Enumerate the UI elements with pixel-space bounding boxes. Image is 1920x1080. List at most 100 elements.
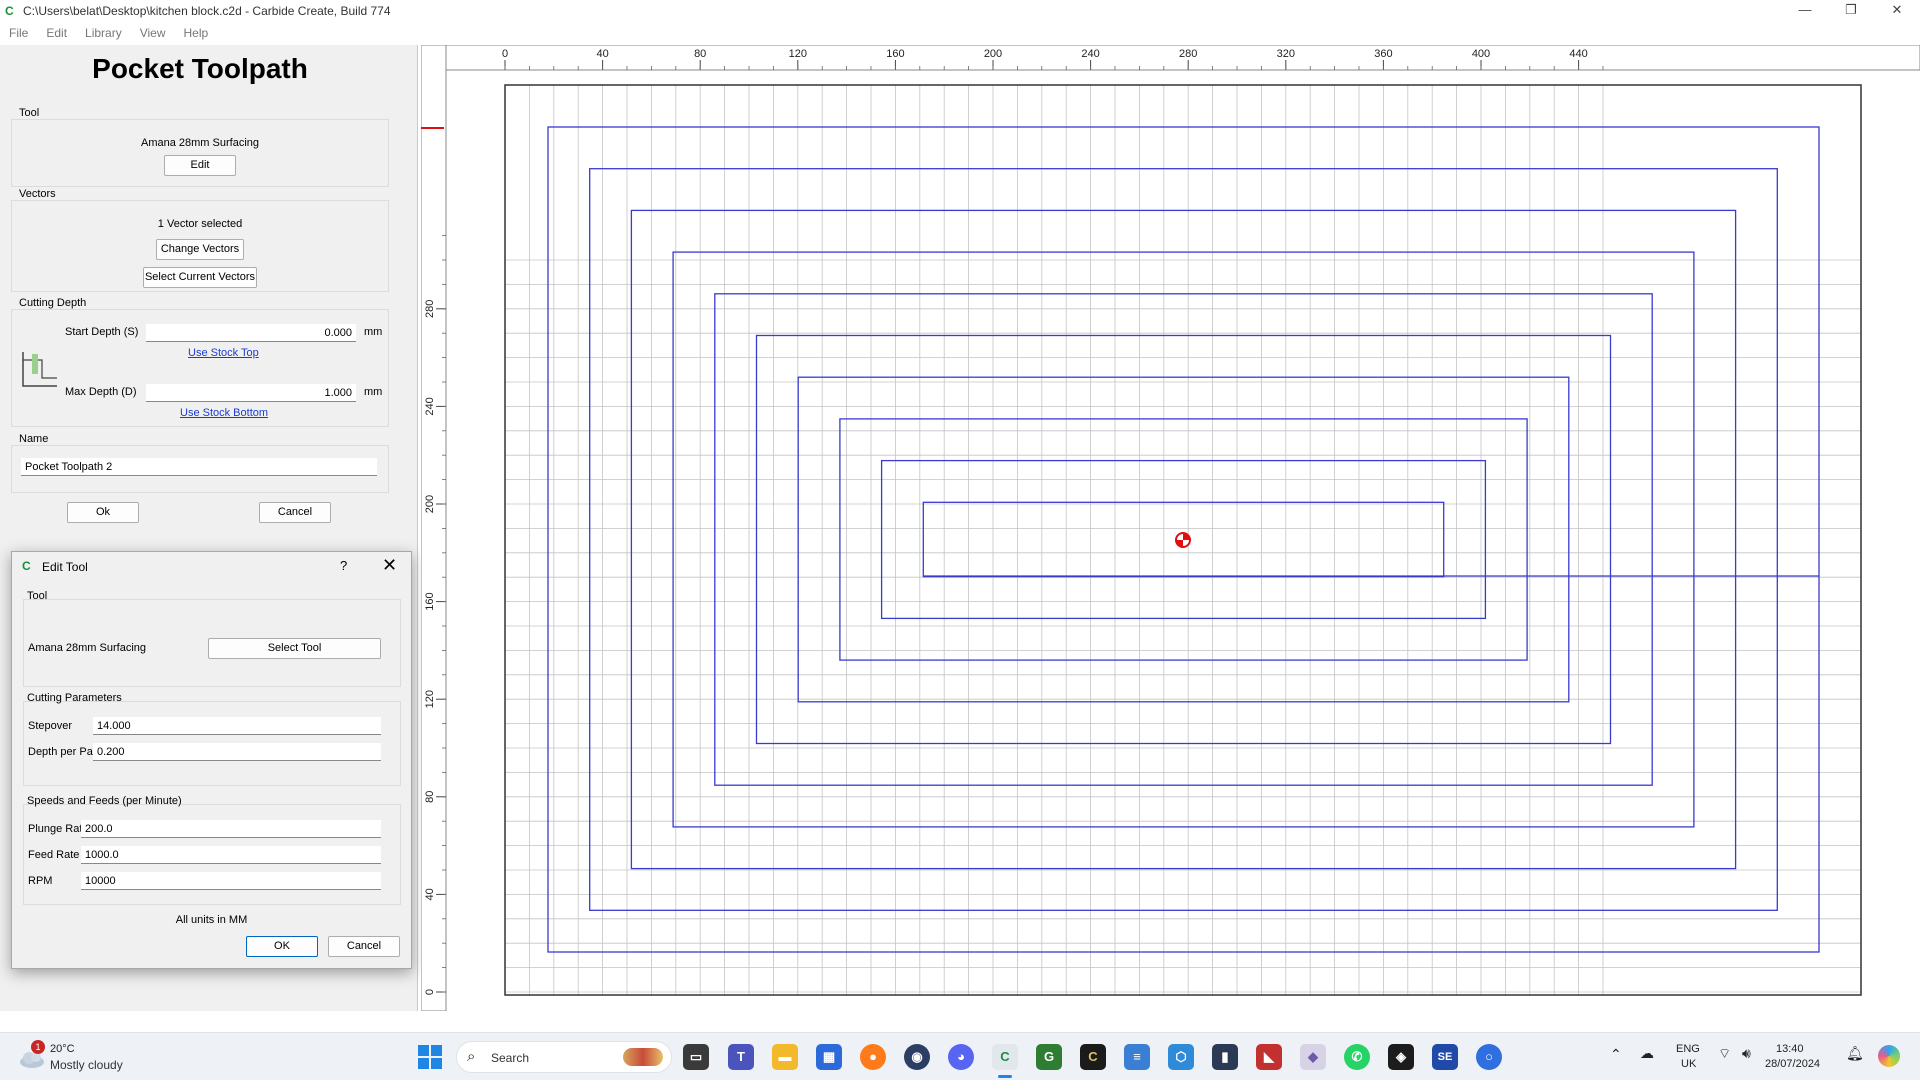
- notifications-bell-icon[interactable]: 🔔︎: [1846, 1045, 1864, 1062]
- usb-tool-icon[interactable]: ▮: [1212, 1044, 1238, 1070]
- weather-badge: 1: [31, 1040, 45, 1054]
- dialog-close-button[interactable]: ✕: [382, 555, 397, 576]
- language-bottom[interactable]: UK: [1681, 1058, 1696, 1070]
- x-ruler-label: 240: [1081, 48, 1099, 60]
- file-explorer-icon[interactable]: ▬: [772, 1044, 798, 1070]
- select-tool-button[interactable]: Select Tool: [208, 638, 381, 659]
- close-window-button[interactable]: ✕: [1874, 0, 1920, 22]
- minimize-button[interactable]: —: [1782, 0, 1828, 22]
- steam-icon[interactable]: ◉: [904, 1044, 930, 1070]
- cutting-depth-label: Cutting Depth: [19, 297, 87, 309]
- use-stock-bottom-link[interactable]: Use Stock Bottom: [180, 407, 268, 419]
- name-group: Name Pocket Toolpath 2: [11, 433, 389, 493]
- search-icon: ⌕: [467, 1048, 476, 1065]
- vectors-group: Vectors 1 Vector selected Change Vectors…: [11, 188, 389, 292]
- y-ruler-label: 240: [424, 397, 436, 415]
- y-ruler-label: 40: [424, 888, 436, 900]
- weather-desc: Mostly cloudy: [50, 1058, 123, 1072]
- start-button[interactable]: [418, 1045, 442, 1069]
- menu-bar: File Edit Library View Help: [0, 23, 217, 43]
- menu-file[interactable]: File: [0, 26, 37, 40]
- autodesk-icon[interactable]: ◣: [1256, 1044, 1282, 1070]
- max-depth-unit: mm: [364, 386, 383, 398]
- max-depth-input[interactable]: 1.000: [146, 384, 356, 402]
- dialog-ok-button[interactable]: OK: [246, 936, 318, 957]
- depth-per-pass-input[interactable]: 0.200: [93, 743, 381, 761]
- start-depth-input[interactable]: 0.000: [146, 324, 356, 342]
- firefox-icon[interactable]: ●: [860, 1044, 886, 1070]
- window-title: C:\Users\belat\Desktop\kitchen block.c2d…: [23, 4, 391, 18]
- menu-view[interactable]: View: [131, 26, 175, 40]
- taskbar-search-box[interactable]: ⌕ Search: [456, 1041, 672, 1073]
- edit-tool-button[interactable]: Edit: [164, 155, 236, 176]
- y-ruler-label: 280: [424, 300, 436, 318]
- feed-rate-label: Feed Rate: [28, 849, 80, 861]
- se-app-icon[interactable]: SE: [1432, 1044, 1458, 1070]
- carbide-create-taskbar-icon[interactable]: C: [992, 1044, 1018, 1070]
- tool-name: Amana 28mm Surfacing: [141, 137, 259, 149]
- x-ruler-label: 80: [694, 48, 706, 60]
- design-app-icon[interactable]: ◆: [1300, 1044, 1326, 1070]
- x-ruler-label: 0: [502, 48, 508, 60]
- speeds-feeds-label: Speeds and Feeds (per Minute): [27, 795, 182, 807]
- menu-edit[interactable]: Edit: [37, 26, 76, 40]
- use-stock-top-link[interactable]: Use Stock Top: [188, 347, 259, 359]
- select-current-vectors-button[interactable]: Select Current Vectors: [143, 267, 257, 288]
- language-top[interactable]: ENG: [1676, 1043, 1700, 1055]
- show-hidden-icons-chevron-icon[interactable]: ⌃: [1610, 1046, 1622, 1063]
- dialog-tool-group: Tool Amana 28mm Surfacing Select Tool: [23, 590, 401, 687]
- stepover-input[interactable]: 14.000: [93, 717, 381, 735]
- dialog-title-bar: C Edit Tool ? ✕: [12, 552, 411, 582]
- volume-icon[interactable]: 🔊︎: [1742, 1045, 1751, 1062]
- maximize-button[interactable]: ❐: [1828, 0, 1874, 22]
- menu-help[interactable]: Help: [175, 26, 218, 40]
- y-ruler-label: 160: [424, 592, 436, 610]
- carbide-motion-icon[interactable]: G: [1036, 1044, 1062, 1070]
- 3d-builder-icon[interactable]: ⬡: [1168, 1044, 1194, 1070]
- title-bar: C C:\Users\belat\Desktop\kitchen block.c…: [0, 0, 1920, 22]
- x-ruler-label: 160: [886, 48, 904, 60]
- design-canvas[interactable]: 0 40 80 120 160 200 240 280 320 360 400 440 280 240 20…: [420, 44, 1920, 1012]
- toolpath-name-input[interactable]: Pocket Toolpath 2: [21, 458, 377, 476]
- cancel-button[interactable]: Cancel: [259, 502, 331, 523]
- start-depth-unit: mm: [364, 326, 383, 338]
- feed-rate-input[interactable]: 1000.0: [81, 846, 381, 864]
- taskbar: 1 20°C Mostly cloudy ⌕ Search ▭ T ▬ ▦ ● …: [0, 1032, 1920, 1080]
- wifi-icon[interactable]: ⌔: [1718, 1045, 1731, 1063]
- name-group-label: Name: [19, 433, 49, 445]
- x-ruler-label: 40: [596, 48, 608, 60]
- speeds-feeds-group: Speeds and Feeds (per Minute) Plunge Rat…: [23, 795, 401, 905]
- stepover-label: Stepover: [28, 720, 73, 732]
- depth-diagram-icon: [22, 352, 57, 387]
- ok-button[interactable]: Ok: [67, 502, 139, 523]
- onedrive-icon[interactable]: ☁: [1640, 1045, 1654, 1062]
- x-ruler-label: 360: [1374, 48, 1392, 60]
- clock-time[interactable]: 13:40: [1776, 1043, 1804, 1055]
- help-button[interactable]: ?: [340, 558, 347, 573]
- tool-group: Tool Amana 28mm Surfacing Edit: [11, 107, 389, 187]
- discord-icon[interactable]: ◕: [948, 1044, 974, 1070]
- x-ruler-label: 120: [789, 48, 807, 60]
- dialog-cancel-button[interactable]: Cancel: [328, 936, 400, 957]
- dialog-tool-group-label: Tool: [27, 590, 48, 602]
- copilot-icon[interactable]: [1878, 1045, 1900, 1067]
- menu-library[interactable]: Library: [76, 26, 131, 40]
- microsoft-store-icon[interactable]: ▦: [816, 1044, 842, 1070]
- whatsapp-icon[interactable]: ✆: [1344, 1044, 1370, 1070]
- start-depth-label: Start Depth (S): [65, 326, 139, 338]
- change-vectors-button[interactable]: Change Vectors: [156, 239, 244, 260]
- task-view-icon[interactable]: ▭: [683, 1044, 709, 1070]
- cura-app-icon[interactable]: C: [1080, 1044, 1106, 1070]
- plunge-rate-input[interactable]: 200.0: [81, 820, 381, 838]
- vectors-selected-text: 1 Vector selected: [157, 218, 243, 230]
- rpm-input[interactable]: 10000: [81, 872, 381, 890]
- x-ruler-label: 320: [1277, 48, 1295, 60]
- notepad-icon[interactable]: ≡: [1124, 1044, 1150, 1070]
- y-ruler-label: 200: [424, 495, 436, 513]
- teams-icon[interactable]: T: [728, 1044, 754, 1070]
- vector-app-icon[interactable]: ◈: [1388, 1044, 1414, 1070]
- cortana-icon[interactable]: ○: [1476, 1044, 1502, 1070]
- clock-date[interactable]: 28/07/2024: [1765, 1058, 1820, 1070]
- canvas-drawing[interactable]: 0 40 80 120 160 200 240 280 320 360 400 44028024020…: [420, 44, 1920, 1012]
- y-ruler-label: 80: [424, 791, 436, 803]
